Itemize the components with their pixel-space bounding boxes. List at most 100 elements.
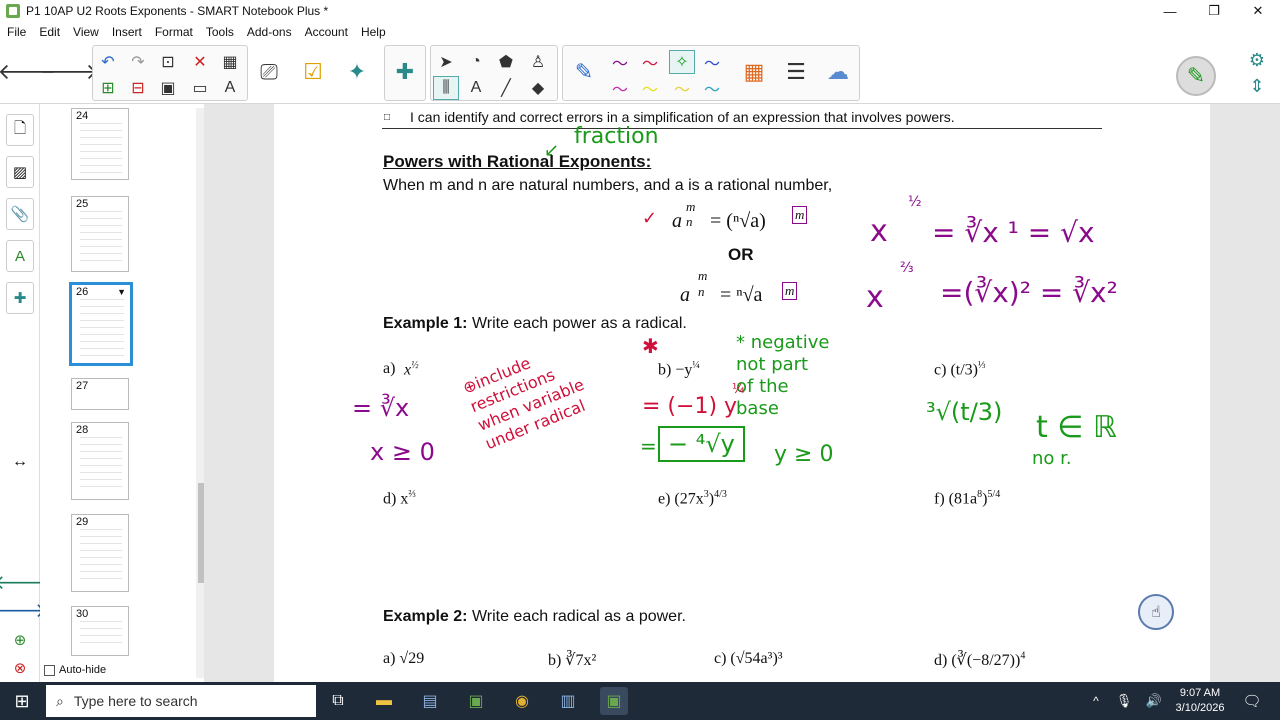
menu-file[interactable]: File [0,25,32,39]
pen-cyan-icon[interactable]: 〜 [699,76,725,100]
lesson-activity-builder-icon[interactable]: ✚ [388,52,422,92]
autohide-option[interactable]: Auto-hide [44,664,106,676]
properties-tab-icon[interactable]: A [6,240,34,272]
page-thumbnail[interactable]: 27 [71,378,129,410]
next-page-icon[interactable]: 🡒 [40,52,99,92]
table-icon[interactable]: ▦ [217,50,243,74]
autohide-checkbox[interactable] [44,664,55,676]
ex2-c-expression: c) (√54a³)³ [714,650,783,667]
pen-magenta-icon[interactable]: 〜 [607,76,633,100]
move-sidebar-icon[interactable]: ↔ [6,446,34,478]
chrome-icon[interactable]: ◉ [508,687,536,715]
open-icon[interactable]: ⊡ [155,50,181,74]
fill-effects-icon[interactable]: ☁ [821,52,855,92]
page-thumbnail[interactable]: 25 [71,196,129,272]
pen-red-icon[interactable]: 〜 [637,50,663,74]
show-hidden-icons[interactable]: ^ [1082,687,1110,715]
smart-notebook-app-icon [6,4,20,18]
shapes-icon[interactable]: ◔ [463,50,489,74]
page-sorter-tab-icon[interactable]: 🗋 [6,114,34,146]
menu-addons[interactable]: Add-ons [240,25,298,39]
page-sorter: 24 25 26 ▼ 27 28 29 30 Auto-hide [40,104,212,682]
task-view-icon[interactable]: ⧉ [324,687,352,715]
fill-icon[interactable]: ♙ [525,50,551,74]
pen-icon[interactable]: ✎ [567,52,601,92]
pen-green-icon[interactable]: ✧ [669,50,695,74]
app-icon[interactable]: ▤ [416,687,444,715]
gallery-tab-icon[interactable]: ▨ [6,156,34,188]
sidebar-delete-page-icon[interactable]: ⊗ [6,652,34,684]
notebook-page[interactable]: □ I can identify and correct errors in a… [274,104,1210,682]
ink-red-star-icon: ✱ [642,334,659,358]
formula-radical: = (ⁿ√a) [710,210,766,232]
clock-time: 9:07 AM [1179,687,1221,699]
color-palette-icon[interactable]: ▦ [737,52,771,92]
microphone-icon[interactable]: 🎙 [1110,687,1138,715]
addons-icon[interactable]: ✦ [340,52,374,92]
close-button[interactable]: ✕ [1236,0,1280,22]
pen-purple-icon[interactable]: 〜 [607,50,633,74]
undo-icon[interactable]: ↶ [95,50,121,74]
ex1-d-label: d) x [383,490,409,508]
smart-notebook-taskbar-icon[interactable]: ▣ [462,687,490,715]
intro-text: When m and n are natural numbers, and a … [383,177,833,194]
addons-tab-icon[interactable]: ✚ [6,282,34,314]
sidebar-next-icon[interactable]: 🡒 [0,594,47,626]
pen-active-indicator-icon[interactable]: ✎ [1176,56,1216,96]
hand-cursor-icon[interactable]: ☝ [1138,594,1174,630]
minimize-button[interactable]: — [1148,0,1192,22]
page-thumbnail[interactable]: 28 [71,422,129,500]
file-explorer-icon[interactable]: ▬ [370,687,398,715]
page-thumbnail[interactable]: 30 [71,606,129,656]
menu-help[interactable]: Help [354,25,392,39]
windows-start-icon[interactable]: ⊞ [8,687,36,715]
pen-blue-icon[interactable]: 〜 [699,50,725,74]
thumbnail-menu-icon[interactable]: ▼ [117,287,126,297]
ex1-e-expression: e) (27x3)4/3 [658,489,727,508]
menu-format[interactable]: Format [148,25,199,39]
highlighter-gold-icon[interactable]: 〜 [669,76,695,100]
line-style-icon[interactable]: ☰ [779,52,813,92]
menu-edit[interactable]: Edit [32,25,66,39]
page-thumbnail[interactable]: 24 [71,108,129,180]
page-number: 29 [76,516,89,528]
page-thumbnail[interactable]: 29 [71,514,129,592]
redo-icon[interactable]: ↷ [125,50,151,74]
response-icon[interactable]: ☑ [296,52,330,92]
example2-text: Write each radical as a power. [471,608,686,625]
document-camera-icon[interactable]: ⎚ [252,52,286,92]
page-number: 25 [76,198,89,210]
highlighter-yellow-icon[interactable]: 〜 [637,76,663,100]
app2-icon[interactable]: ▥ [554,687,582,715]
ex1-d-expression: d) x⅔ [383,489,416,508]
menu-bar: File Edit View Insert Format Tools Add-o… [0,22,1280,42]
measurement-icon[interactable]: ⫼ [433,76,459,100]
delete-page-icon[interactable]: ⊟ [125,76,151,100]
maximize-button[interactable]: ❐ [1192,0,1236,22]
attachments-tab-icon[interactable]: 📎 [6,198,34,230]
settings-gear-icon[interactable]: ⚙ [1244,48,1270,72]
font-size-icon[interactable]: A [217,76,243,100]
text-icon[interactable]: A [463,76,489,100]
eraser-icon[interactable]: ◆ [525,76,551,100]
add-page-icon[interactable]: ⊞ [95,76,121,100]
menu-view[interactable]: View [66,25,105,39]
notifications-icon[interactable]: 🗨 [1238,687,1266,715]
smart-notebook-active-icon[interactable]: ▣ [600,687,628,715]
clock[interactable]: 9:07 AM 3/10/2026 [1172,686,1228,716]
select-arrow-icon[interactable]: ➤ [433,50,459,74]
save-icon[interactable]: ▣ [155,76,181,100]
menu-account[interactable]: Account [298,25,354,39]
volume-icon[interactable]: 🔊 [1140,687,1168,715]
menu-tools[interactable]: Tools [199,25,240,39]
taskbar-search-box[interactable]: ⌕ Type here to search [46,685,316,717]
example1-heading: Example 1: Write each power as a radical… [383,315,687,333]
formula2-base: a [680,284,690,306]
delete-icon[interactable]: ✕ [187,50,213,74]
move-toolbar-icon[interactable]: ⇕ [1244,74,1270,98]
screen-shade-icon[interactable]: ▭ [187,76,213,100]
line-icon[interactable]: ╱ [493,76,519,100]
menu-insert[interactable]: Insert [105,25,148,39]
polygon-icon[interactable]: ⬟ [493,50,519,74]
page-thumbnail-selected[interactable]: 26 ▼ [69,282,133,366]
